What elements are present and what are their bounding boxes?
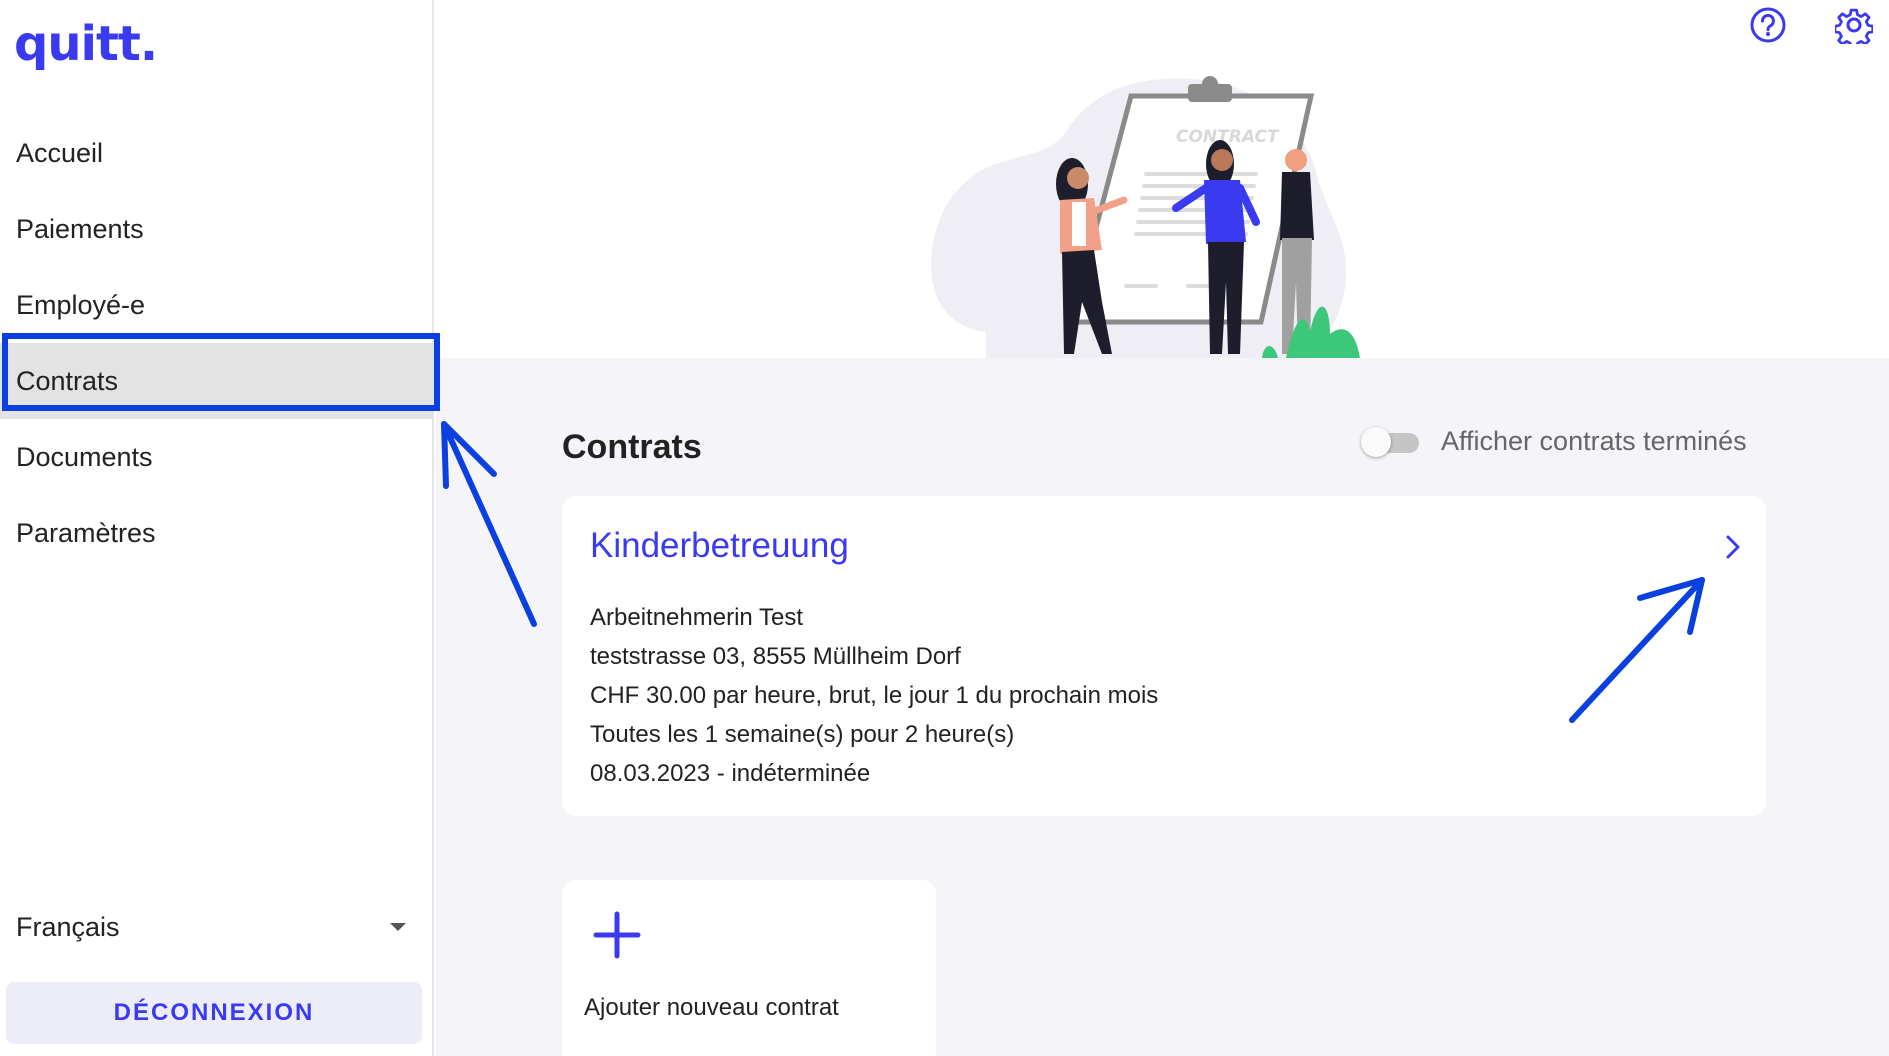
contract-period: 08.03.2023 - indéterminée (590, 760, 871, 787)
toggle-switch[interactable] (1361, 426, 1419, 457)
sidebar-item-paiements[interactable]: Paiements (0, 191, 434, 267)
sidebar-item-accueil[interactable]: Accueil (0, 115, 434, 191)
sidebar-item-employee[interactable]: Employé-e (0, 267, 434, 343)
add-contract-label: Ajouter nouveau contrat (584, 994, 839, 1021)
sidebar: quitt. Accueil Paiements Employé-e Contr… (0, 0, 434, 1056)
toggle-label: Afficher contrats terminés (1441, 426, 1747, 456)
sidebar-nav: Accueil Paiements Employé-e Contrats Doc… (0, 115, 434, 571)
contract-schedule: Toutes les 1 semaine(s) pour 2 heure(s) (590, 721, 1015, 748)
caret-down-icon (390, 923, 406, 931)
sidebar-item-parametres[interactable]: Paramètres (0, 495, 434, 571)
show-finished-toggle[interactable]: Afficher contrats terminés (1361, 426, 1747, 457)
sidebar-item-documents[interactable]: Documents (0, 419, 434, 495)
chevron-right-icon[interactable] (1718, 532, 1748, 562)
contract-title[interactable]: Kinderbetreuung (590, 526, 849, 566)
plus-icon (593, 911, 641, 959)
help-icon[interactable] (1747, 4, 1789, 46)
hero-banner: CONTRACT (436, 0, 1889, 358)
page-title: Contrats (562, 428, 702, 466)
contract-card[interactable]: Kinderbetreuung Arbeitnehmerin Test test… (562, 496, 1766, 816)
main-content: CONTRACT Contrats Afficher contrats term… (436, 0, 1889, 1056)
add-contract-card[interactable]: Ajouter nouveau contrat (562, 880, 936, 1056)
contract-details: Arbeitnehmerin Test teststrasse 03, 8555… (590, 598, 1158, 793)
quitt-logo[interactable]: quitt. (14, 16, 158, 72)
sidebar-item-contrats[interactable]: Contrats (0, 343, 434, 419)
settings-icon[interactable] (1833, 4, 1875, 46)
contract-address: teststrasse 03, 8555 Müllheim Dorf (590, 643, 961, 670)
illustration-contract-text: CONTRACT (1176, 127, 1280, 147)
language-label: Français (16, 911, 120, 942)
logout-button[interactable]: DÉCONNEXION (6, 982, 422, 1044)
top-toolbar (1747, 4, 1875, 46)
contract-illustration: CONTRACT (931, 76, 1360, 358)
contract-salary: CHF 30.00 par heure, brut, le jour 1 du … (590, 682, 1159, 709)
contract-employee: Arbeitnehmerin Test (590, 604, 803, 631)
language-select[interactable]: Français (16, 902, 416, 952)
